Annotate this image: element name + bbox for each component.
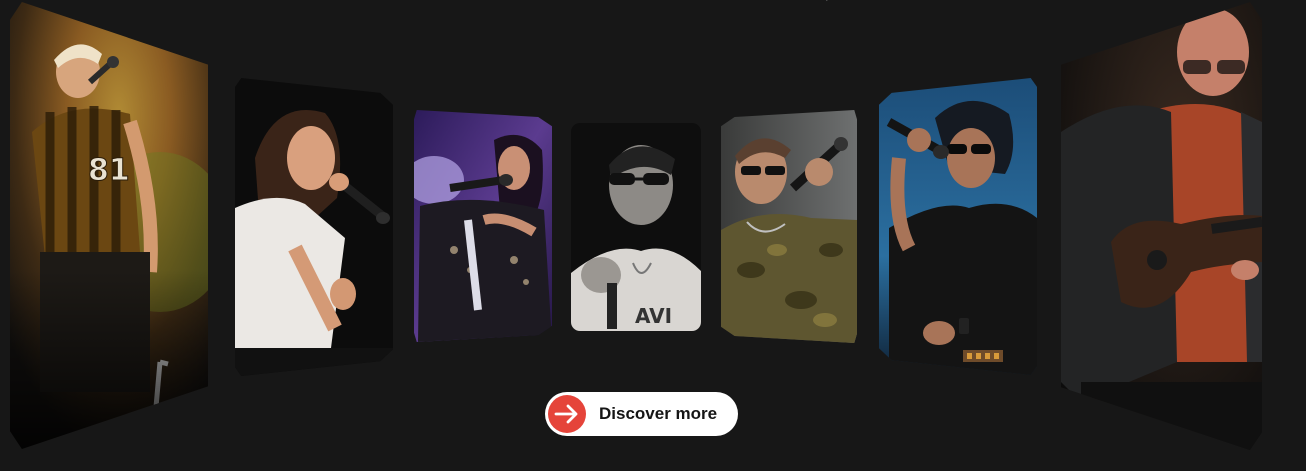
section-heading-fragment	[700, 0, 900, 10]
performer-photo	[414, 110, 552, 342]
svg-text:AVI: AVI	[635, 304, 672, 328]
performer-photo: 81	[10, 2, 208, 449]
artist-card-4[interactable]: AVI	[571, 123, 701, 331]
artist-card-5[interactable]	[721, 110, 857, 343]
performer-photo: AVI	[571, 123, 701, 331]
arrow-right-icon	[548, 395, 586, 433]
performer-photo	[235, 78, 393, 376]
performer-photo	[721, 110, 857, 343]
performer-photo	[1061, 2, 1262, 450]
artist-card-1[interactable]: 81	[10, 2, 208, 449]
discover-more-button[interactable]: Discover more	[545, 392, 738, 436]
artist-card-6[interactable]	[879, 78, 1037, 375]
artist-card-7[interactable]	[1061, 2, 1262, 450]
artist-carousel-section: 81	[0, 0, 1306, 471]
discover-more-label: Discover more	[599, 404, 718, 423]
artist-card-3[interactable]	[414, 110, 552, 342]
heading-cropped-glyphs	[826, 0, 828, 1]
performer-photo	[879, 78, 1037, 375]
artist-card-2[interactable]	[235, 78, 393, 376]
